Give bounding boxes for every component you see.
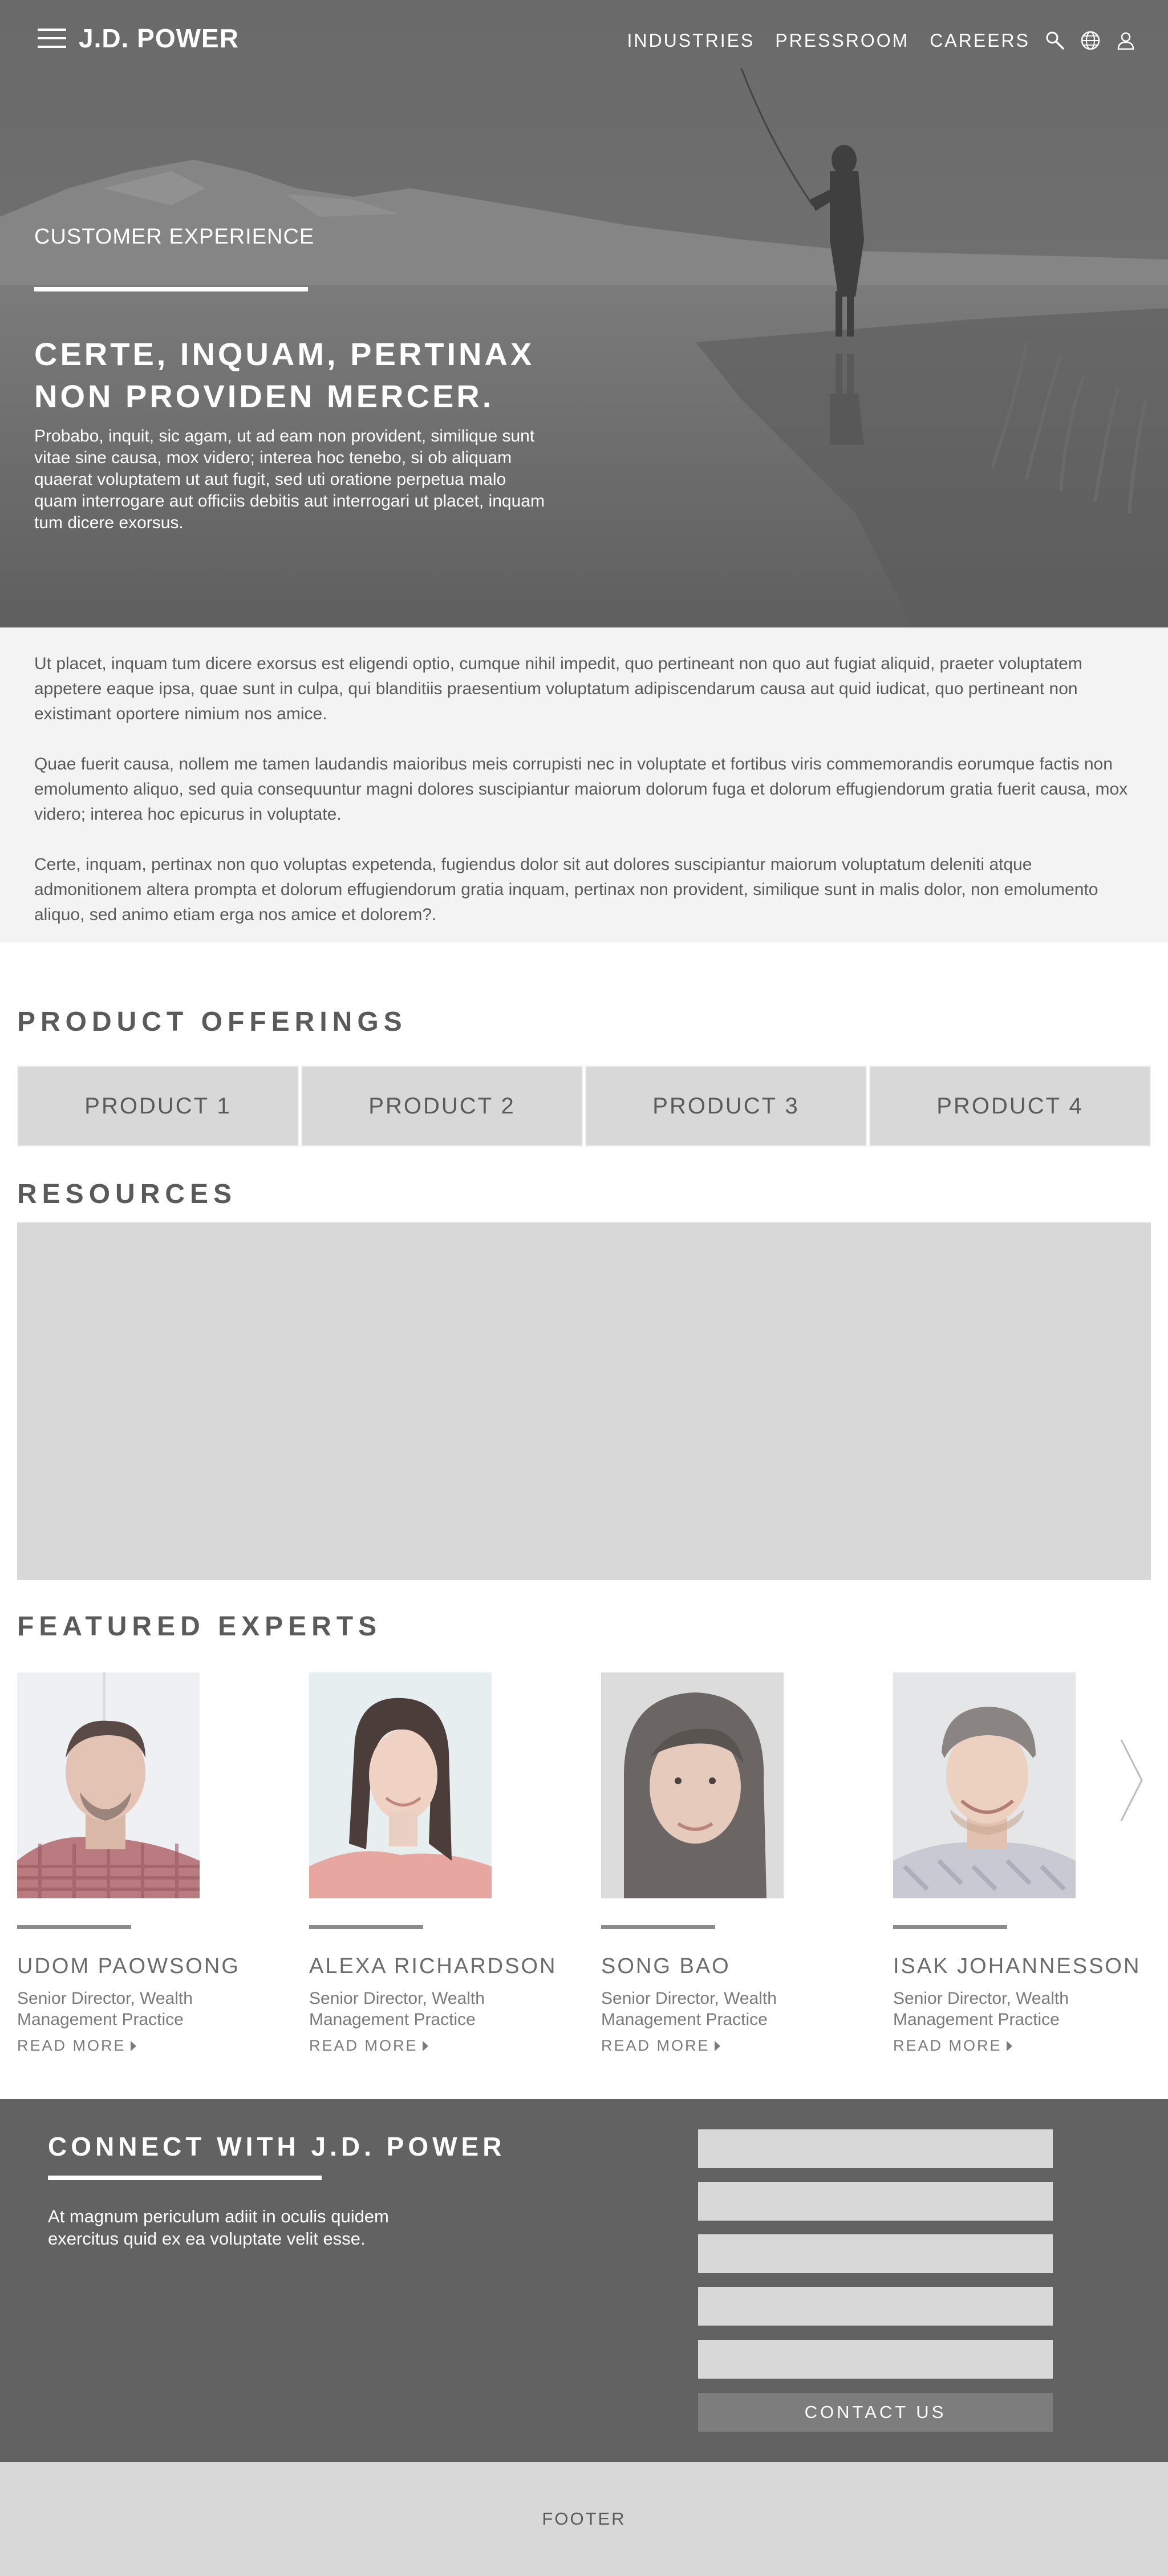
read-more-label: READ MORE [309,2037,418,2054]
intro-paragraph: Quae fuerit causa, nollem me tamen lauda… [34,755,1128,824]
globe-icon[interactable] [1080,30,1101,51]
connect-text: At magnum periculum adiit in oculis quid… [48,2206,389,2249]
hero-body: Probabo, inquit, sic agam, ut ad eam non… [34,427,545,532]
read-more-link[interactable]: READ MORE [309,2037,428,2055]
product-tile-2[interactable]: PRODUCT 2 [301,1066,583,1147]
expert-photo[interactable] [17,1672,200,1898]
read-more-label: READ MORE [893,2037,1002,2054]
contact-field-4[interactable] [698,2287,1053,2326]
resources-title: RESOURCES [17,1179,237,1209]
expert-name: ALEXA RICHARDSON [309,1954,557,1978]
menu-icon[interactable] [38,26,66,50]
expert-role: Senior Director, Wealth Management Pract… [17,1989,193,2029]
expert-photo[interactable] [601,1672,784,1898]
caret-right-icon [130,2040,136,2051]
product-tile-1[interactable]: PRODUCT 1 [17,1066,299,1147]
caret-right-icon [422,2040,428,2051]
search-icon[interactable] [1045,30,1065,51]
expert-name: UDOM PAOWSONG [17,1954,240,1978]
nav-link-pressroom[interactable]: PRESSROOM [775,30,909,51]
expert-role: Senior Director, Wealth Management Pract… [601,1989,777,2029]
contact-us-button[interactable]: CONTACT US [698,2393,1053,2432]
hero-title: CERTE, INQUAM, PERTINAX NON PROVIDEN MER… [34,336,535,414]
page-footer: FOOTER [0,2462,1168,2576]
top-navigation: J.D. POWER INDUSTRIES PRESSROOM CAREERS [0,0,1168,80]
expert-card: ALEXA RICHARDSON Senior Director, Wealth… [309,1672,560,2055]
user-icon[interactable] [1116,30,1136,51]
footer-label: FOOTER [542,2509,626,2529]
expert-divider [309,1925,423,1929]
contact-field-3[interactable] [698,2234,1053,2273]
expert-photo[interactable] [309,1672,492,1898]
caret-right-icon [1006,2040,1012,2051]
expert-name: SONG BAO [601,1954,731,1978]
contact-field-1[interactable] [698,2129,1053,2168]
featured-experts-carousel: UDOM PAOWSONG Senior Director, Wealth Ma… [17,1672,1151,2072]
expert-photo[interactable] [893,1672,1076,1898]
hero-eyebrow: CUSTOMER EXPERIENCE [34,225,315,249]
product-tile-4[interactable]: PRODUCT 4 [869,1066,1151,1147]
expert-divider [601,1925,715,1929]
expert-card: ISAK JOHANNESSON Senior Director, Wealth… [893,1672,1144,2055]
nav-link-industries[interactable]: INDUSTRIES [627,30,755,51]
read-more-link[interactable]: READ MORE [601,2037,720,2055]
resources-placeholder[interactable] [17,1222,1151,1580]
chevron-right-icon[interactable] [1118,1737,1145,1823]
expert-role: Senior Director, Wealth Management Pract… [309,1989,485,2029]
read-more-link[interactable]: READ MORE [893,2037,1012,2055]
intro-paragraph: Certe, inquam, pertinax non quo voluptas… [34,855,1098,924]
nav-links: INDUSTRIES PRESSROOM CAREERS [627,26,1168,55]
expert-divider [893,1925,1007,1929]
expert-card: SONG BAO Senior Director, Wealth Managem… [601,1672,852,2055]
hero-divider [34,287,308,291]
read-more-link[interactable]: READ MORE [17,2037,136,2055]
intro-paragraph: Ut placet, inquam tum dicere exorsus est… [34,654,1082,723]
expert-card: UDOM PAOWSONG Senior Director, Wealth Ma… [17,1672,268,2055]
connect-divider [48,2176,322,2180]
intro-section: Ut placet, inquam tum dicere exorsus est… [0,627,1168,942]
product-offerings-grid: PRODUCT 1 PRODUCT 2 PRODUCT 3 PRODUCT 4 [17,1066,1151,1147]
caret-right-icon [714,2040,720,2051]
product-offerings-title: PRODUCT OFFERINGS [17,1007,407,1037]
hero-banner: J.D. POWER INDUSTRIES PRESSROOM CAREERS … [0,0,1168,627]
nav-link-careers[interactable]: CAREERS [930,30,1030,51]
brand-logo[interactable]: J.D. POWER [79,23,239,54]
read-more-label: READ MORE [17,2037,126,2054]
expert-name: ISAK JOHANNESSON [893,1954,1141,1978]
product-tile-3[interactable]: PRODUCT 3 [585,1066,867,1147]
contact-field-5[interactable] [698,2340,1053,2379]
expert-divider [17,1925,131,1929]
contact-field-2[interactable] [698,2182,1053,2221]
connect-title: CONNECT WITH J.D. POWER [48,2132,506,2161]
expert-role: Senior Director, Wealth Management Pract… [893,1989,1069,2029]
connect-section: CONNECT WITH J.D. POWER At magnum pericu… [0,2099,1168,2462]
read-more-label: READ MORE [601,2037,710,2054]
featured-experts-title: FEATURED EXPERTS [17,1611,382,1642]
